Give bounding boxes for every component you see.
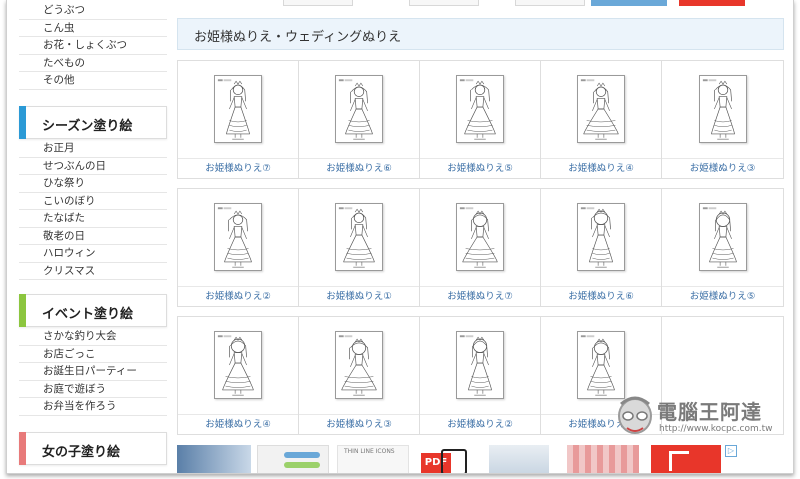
sidebar-link[interactable]: お庭で遊ぼう [19,381,167,398]
sidebar-link[interactable]: ハロウィン [19,245,167,263]
section-title: 女の子塗り絵 [42,445,121,460]
sidebar-link[interactable]: どうぶつ [19,2,167,20]
page-title-bar: お姫様ぬりえ・ウェディングぬりえ [177,18,784,50]
coloring-page-thumbnail[interactable] [577,331,625,399]
coloring-page-thumbnail[interactable] [214,203,262,271]
coloring-page-link[interactable]: お姫様ぬりえ④ [178,414,298,434]
mascot-icon [618,396,652,434]
coloring-page-link[interactable]: お姫様ぬりえ⑥ [541,286,661,306]
coloring-page-thumbnail[interactable] [456,75,504,143]
ad-thin-line-icons[interactable]: THIN LINE ICONS [337,445,409,473]
sidebar-link[interactable]: クリスマス [19,263,167,280]
gallery-cell[interactable]: お姫様ぬりえ② [420,317,541,434]
sidebar-link[interactable]: お花・しょくぶつ [19,37,167,55]
season-list: お正月 せつぶんの日 ひな祭り こいのぼり たなばた 敬老の日 ハロウィン クリスマス [19,140,167,280]
gallery-cell[interactable]: お姫様ぬりえ③ [299,317,420,434]
ad-pdf[interactable]: PDF [421,445,469,473]
coloring-page-link[interactable]: お姫様ぬりえ⑤ [662,286,783,306]
section-color-bar [19,294,26,327]
coloring-page-link[interactable]: お姫様ぬりえ⑥ [299,158,419,178]
ad-image[interactable] [489,445,549,473]
gallery-cell[interactable]: お姫様ぬりえ⑥ [541,189,662,306]
section-title: シーズン塗り絵 [42,119,133,134]
sidebar-link[interactable]: お正月 [19,140,167,158]
gallery-row: お姫様ぬりえ⑦ お姫様ぬりえ⑥ お姫様ぬりえ⑤ お姫様ぬりえ④ お姫様ぬりえ③ [177,60,784,179]
sidebar-link[interactable]: お弁当を作ろう [19,398,167,416]
coloring-page-thumbnail[interactable] [335,203,383,271]
nav-tab[interactable] [283,0,353,6]
coloring-page-link[interactable]: お姫様ぬりえ① [299,286,419,306]
page-title: お姫様ぬりえ・ウェディングぬりえ [194,30,402,45]
gallery-cell[interactable]: お姫様ぬりえ⑤ [420,61,541,178]
coloring-page-link[interactable]: お姫様ぬりえ③ [662,158,783,178]
watermark: 電腦王阿達 http://www.kocpc.com.tw [613,392,793,450]
watermark-name: 電腦王阿達 [657,400,762,424]
section-title: イベント塗り絵 [42,307,134,322]
adobe-icon [669,451,689,471]
gallery-cell[interactable]: お姫様ぬりえ④ [178,317,299,434]
section-girls[interactable]: 女の子塗り絵 [19,432,167,465]
coloring-page-link[interactable]: お姫様ぬりえ⑦ [420,286,540,306]
gallery-cell[interactable]: お姫様ぬりえ⑤ [662,189,783,306]
gallery-cell[interactable]: お姫様ぬりえ① [299,189,420,306]
sidebar-link[interactable]: たべもの [19,55,167,72]
section-color-bar [19,106,26,139]
coloring-page-link[interactable]: お姫様ぬりえ② [420,414,540,434]
gallery-cell[interactable]: お姫様ぬりえ⑦ [178,61,299,178]
coloring-page-thumbnail[interactable] [335,331,383,399]
sidebar-link[interactable]: ひな祭り [19,175,167,193]
coloring-page-thumbnail[interactable] [698,203,747,271]
section-color-bar [19,432,26,465]
sidebar-link[interactable]: こいのぼり [19,193,167,210]
coloring-page-thumbnail[interactable] [456,331,504,399]
nav-tab[interactable] [515,0,585,6]
coloring-page-link[interactable]: お姫様ぬりえ④ [541,158,661,178]
gallery-row: お姫様ぬりえ② お姫様ぬりえ① お姫様ぬりえ⑦ お姫様ぬりえ⑥ お姫様ぬりえ⑤ [177,188,784,307]
watermark-url: http://www.kocpc.com.tw [659,424,773,434]
sidebar-link[interactable]: せつぶんの日 [19,158,167,175]
section-event[interactable]: イベント塗り絵 [19,294,167,327]
top-nav [177,0,787,10]
sidebar-link[interactable]: たなばた [19,210,167,228]
gallery-cell[interactable]: お姫様ぬりえ⑦ [420,189,541,306]
coloring-page-thumbnail[interactable] [214,331,262,399]
ad-image[interactable] [257,445,329,473]
coloring-page-link[interactable]: お姫様ぬりえ② [178,286,298,306]
coloring-page-thumbnail[interactable] [456,203,504,271]
nav-tab-active[interactable] [591,0,667,6]
coloring-page-thumbnail[interactable] [698,75,747,143]
coloring-page-thumbnail[interactable] [577,203,625,271]
coloring-page-link[interactable]: お姫様ぬりえ⑤ [420,158,540,178]
sidebar-link[interactable]: こん虫 [19,20,167,37]
section-season[interactable]: シーズン塗り絵 [19,106,167,139]
nav-tab[interactable] [409,0,479,6]
sidebar-link[interactable]: 敬老の日 [19,228,167,245]
event-list: さかな釣り大会 お店ごっこ お誕生日パーティー お庭で遊ぼう お弁当を作ろう [19,328,167,416]
sidebar-link[interactable]: さかな釣り大会 [19,328,167,346]
category-list: どうぶつ こん虫 お花・しょくぶつ たべもの その他 [19,2,167,90]
sidebar-link[interactable]: その他 [19,72,167,90]
sidebar-link[interactable]: お店ごっこ [19,346,167,363]
gallery-cell[interactable]: お姫様ぬりえ④ [541,61,662,178]
nav-tab-red[interactable] [679,0,745,6]
gallery-cell[interactable]: お姫様ぬりえ② [178,189,299,306]
coloring-page-thumbnail[interactable] [214,75,262,143]
coloring-page-thumbnail[interactable] [335,75,383,143]
ad-image[interactable] [177,445,251,473]
ad-text: THIN LINE ICONS [344,448,395,455]
gallery-cell[interactable]: お姫様ぬりえ⑥ [299,61,420,178]
coloring-page-link[interactable]: お姫様ぬりえ⑦ [178,158,298,178]
coloring-page-link[interactable]: お姫様ぬりえ③ [299,414,419,434]
coloring-page-thumbnail[interactable] [577,75,625,143]
sidebar-link[interactable]: お誕生日パーティー [19,363,167,381]
gallery-cell[interactable]: お姫様ぬりえ③ [662,61,783,178]
browser-viewport: どうぶつ こん虫 お花・しょくぶつ たべもの その他 シーズン塗り絵 お正月 せつぶんの日… [6,0,794,474]
sidebar: どうぶつ こん虫 お花・しょくぶつ たべもの その他 シーズン塗り絵 お正月 せつぶんの日… [19,0,167,473]
